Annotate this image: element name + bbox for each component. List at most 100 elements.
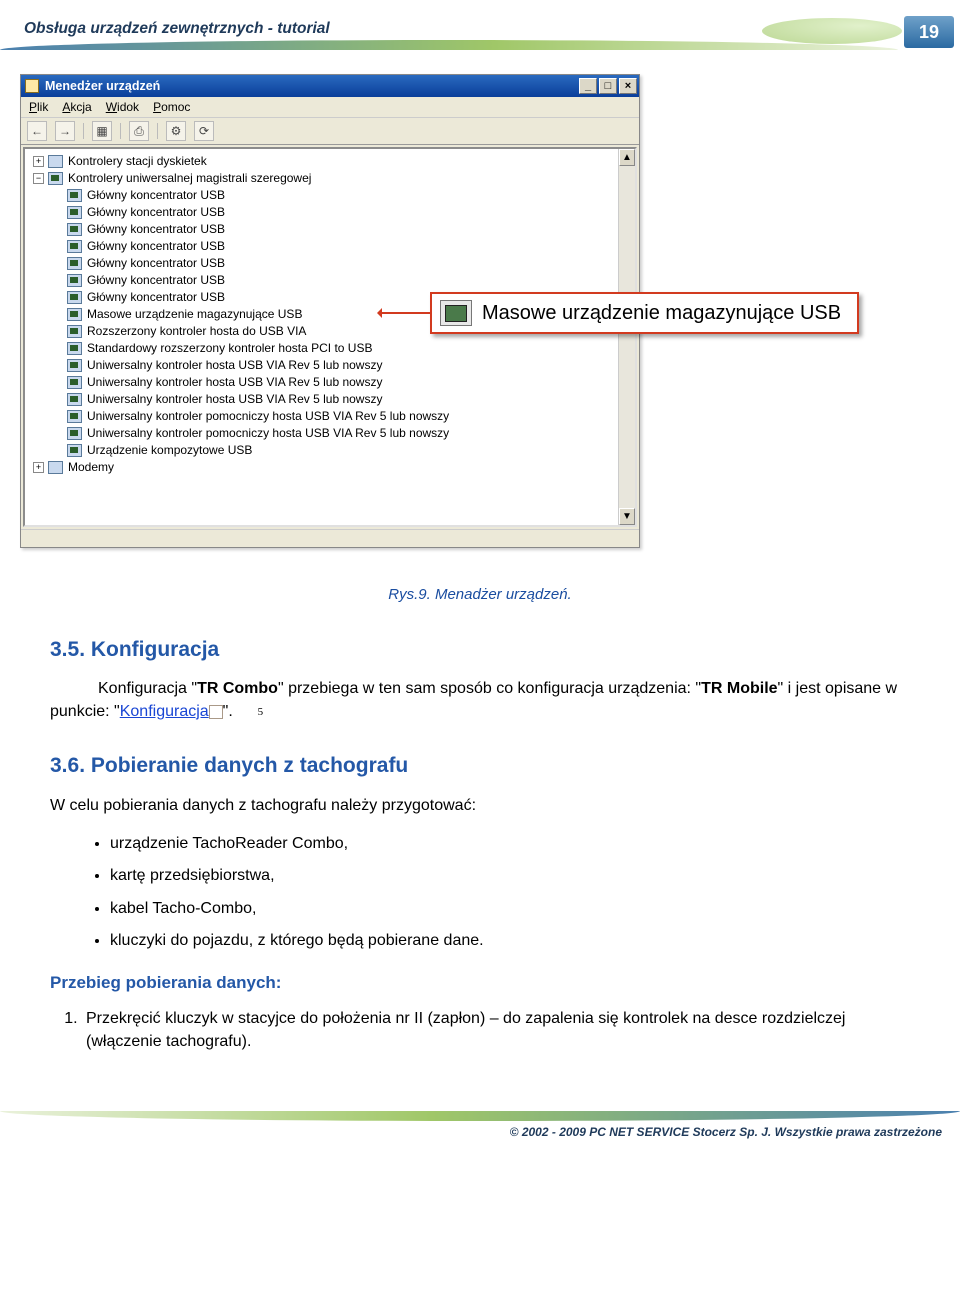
tree-node-label: Kontrolery stacji dyskietek (68, 153, 207, 170)
menu-view[interactable]: Widok (106, 100, 139, 114)
list-item: kartę przedsiębiorstwa, (110, 865, 910, 887)
menu-help[interactable]: Pomoc (153, 100, 190, 114)
device-icon (67, 206, 82, 219)
tree-leaf[interactable]: Uniwersalny kontroler pomocniczy hosta U… (33, 425, 618, 442)
tree-leaf[interactable]: Główny koncentrator USB (33, 272, 618, 289)
menu-file[interactable]: Plik (29, 100, 48, 114)
tree-leaf-label: Główny koncentrator USB (87, 272, 225, 289)
tree-node-label: Kontrolery uniwersalnej magistrali szere… (68, 170, 311, 187)
scroll-up-icon[interactable]: ▲ (619, 149, 635, 166)
device-icon (67, 189, 82, 202)
tree-leaf-label: Uniwersalny kontroler pomocniczy hosta U… (87, 408, 449, 425)
tree-leaf-label: Główny koncentrator USB (87, 187, 225, 204)
section-heading: 3.6. Pobieranie danych z tachografu (50, 751, 910, 780)
header-swoosh (0, 40, 898, 50)
scroll-track[interactable] (619, 166, 635, 508)
expand-icon[interactable]: + (33, 156, 44, 167)
tree-leaf-label: Główny koncentrator USB (87, 238, 225, 255)
tree-leaf-label: Główny koncentrator USB (87, 289, 225, 306)
refresh-icon[interactable]: ⟳ (194, 121, 214, 141)
list-item: Przekręcić kluczyk w stacyjce do położen… (82, 1008, 910, 1053)
device-tree: + Kontrolery stacji dyskietek − Kontrole… (25, 149, 618, 525)
copyright: © 2002 - 2009 PC NET SERVICE Stocerz Sp.… (510, 1125, 942, 1139)
properties-icon[interactable]: ▦ (92, 121, 112, 141)
callout-box: Masowe urządzenie magazynujące USB (430, 292, 859, 334)
text-bold: TR Combo (197, 680, 278, 697)
device-icon (67, 257, 82, 270)
page-number: 19 (904, 16, 954, 48)
tree-leaf[interactable]: Główny koncentrator USB (33, 238, 618, 255)
section-heading: 3.5. Konfiguracja (50, 635, 910, 664)
tree-leaf-label: Urządzenie kompozytowe USB (87, 442, 252, 459)
document-body: Rys.9. Menadżer urządzeń. 3.5. Konfigura… (50, 584, 910, 1053)
device-icon (48, 155, 63, 168)
tree-leaf[interactable]: Uniwersalny kontroler hosta USB VIA Rev … (33, 374, 618, 391)
scroll-down-icon[interactable]: ▼ (619, 508, 635, 525)
device-icon (67, 427, 82, 440)
tree-leaf-label: Uniwersalny kontroler pomocniczy hosta U… (87, 425, 449, 442)
device-icon (48, 461, 63, 474)
device-icon (67, 444, 82, 457)
link-konfiguracja[interactable]: Konfiguracja (120, 703, 209, 720)
maximize-button[interactable]: □ (599, 78, 617, 94)
sub-heading: Przebieg pobierania danych: (50, 971, 910, 995)
system-icon (25, 79, 39, 93)
reference-marker: 5 (209, 705, 223, 719)
tree-node-collapsed[interactable]: + Kontrolery stacji dyskietek (33, 153, 618, 170)
device-icon (67, 291, 82, 304)
back-button[interactable]: ← (27, 121, 47, 141)
device-icon (67, 240, 82, 253)
minimize-button[interactable]: _ (579, 78, 597, 94)
tree-leaf[interactable]: Uniwersalny kontroler hosta USB VIA Rev … (33, 391, 618, 408)
toolbar-separator (157, 123, 158, 139)
tree-leaf[interactable]: Główny koncentrator USB (33, 204, 618, 221)
expand-icon[interactable]: + (33, 462, 44, 473)
tree-node-collapsed[interactable]: + Modemy (33, 459, 618, 476)
tree-node-expanded[interactable]: − Kontrolery uniwersalnej magistrali sze… (33, 170, 618, 187)
scrollbar-vertical[interactable]: ▲ ▼ (618, 149, 635, 525)
tree-leaf-label: Główny koncentrator USB (87, 255, 225, 272)
toolbar-separator (120, 123, 121, 139)
tree-leaf-label: Uniwersalny kontroler hosta USB VIA Rev … (87, 374, 382, 391)
tree-area: + Kontrolery stacji dyskietek − Kontrole… (23, 147, 637, 527)
callout-label: Masowe urządzenie magazynujące USB (482, 302, 841, 325)
print-icon[interactable]: ⎙ (129, 121, 149, 141)
close-button[interactable]: × (619, 78, 637, 94)
device-icon (48, 172, 63, 185)
ordered-list: Przekręcić kluczyk w stacyjce do położen… (82, 1008, 910, 1053)
doc-title: Obsługa urządzeń zewnętrznych - tutorial (24, 20, 330, 38)
tree-leaf-label: Uniwersalny kontroler hosta USB VIA Rev … (87, 391, 382, 408)
device-icon (67, 308, 82, 321)
tree-leaf[interactable]: Główny koncentrator USB (33, 221, 618, 238)
list-item: kabel Tacho-Combo, (110, 898, 910, 920)
device-icon (67, 376, 82, 389)
text: ". (223, 703, 233, 720)
device-icon (67, 325, 82, 338)
tree-leaf-label: Główny koncentrator USB (87, 204, 225, 221)
device-icon (67, 223, 82, 236)
tree-leaf[interactable]: Główny koncentrator USB (33, 187, 618, 204)
paragraph: Konfiguracja "TR Combo" przebiega w ten … (50, 678, 910, 723)
list-item: kluczyki do pojazdu, z którego będą pobi… (110, 930, 910, 952)
tree-leaf[interactable]: Standardowy rozszerzony kontroler hosta … (33, 340, 618, 357)
tree-leaf-label: Masowe urządzenie magazynujące USB (87, 306, 302, 323)
text: Konfiguracja " (98, 680, 197, 697)
text: " przebiega w ten sam sposób co konfigur… (278, 680, 701, 697)
scan-icon[interactable]: ⚙ (166, 121, 186, 141)
toolbar: ← → ▦ ⎙ ⚙ ⟳ (21, 117, 639, 145)
device-icon (67, 342, 82, 355)
tree-leaf-label: Uniwersalny kontroler hosta USB VIA Rev … (87, 357, 382, 374)
menu-action[interactable]: Akcja (62, 100, 91, 114)
figure-caption: Rys.9. Menadżer urządzeń. (50, 584, 910, 605)
tree-leaf[interactable]: Uniwersalny kontroler pomocniczy hosta U… (33, 408, 618, 425)
device-icon (67, 393, 82, 406)
tree-leaf[interactable]: Uniwersalny kontroler hosta USB VIA Rev … (33, 357, 618, 374)
forward-button[interactable]: → (55, 121, 75, 141)
collapse-icon[interactable]: − (33, 173, 44, 184)
tree-leaf[interactable]: Główny koncentrator USB (33, 255, 618, 272)
page-header: Obsługa urządzeń zewnętrznych - tutorial… (0, 14, 960, 54)
tree-leaf[interactable]: Urządzenie kompozytowe USB (33, 442, 618, 459)
menu-bar: Plik Akcja Widok Pomoc (21, 97, 639, 117)
header-swoosh-accent (762, 18, 902, 44)
device-icon (67, 359, 82, 372)
